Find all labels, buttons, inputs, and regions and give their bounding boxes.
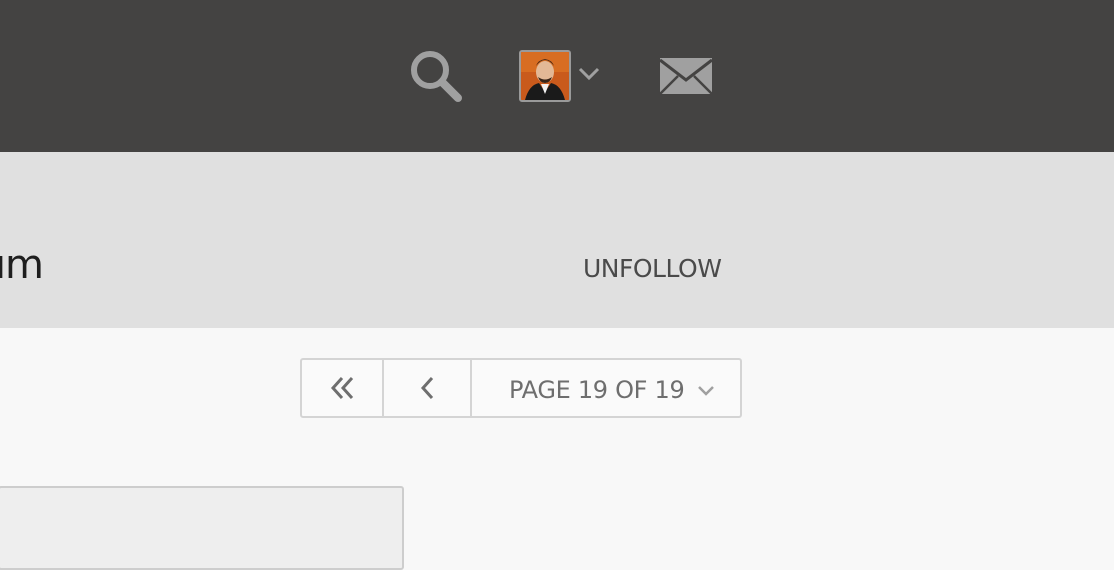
mail-icon [659, 58, 713, 95]
page-select[interactable]: PAGE 19 OF 19 [472, 360, 740, 416]
first-page-button[interactable] [302, 360, 384, 416]
double-chevron-left-icon [330, 376, 354, 400]
search-button[interactable] [404, 46, 466, 104]
chevron-down-icon [578, 67, 600, 81]
search-icon [411, 51, 462, 102]
chevron-left-icon [420, 376, 434, 400]
pagination: PAGE 19 OF 19 [300, 358, 742, 418]
previous-page-button[interactable] [384, 360, 472, 416]
messages-button[interactable] [656, 54, 716, 98]
top-navigation-bar [0, 0, 1114, 152]
forum-header: um UNFOLLOW [0, 152, 1114, 328]
unfollow-button[interactable]: UNFOLLOW [583, 254, 722, 284]
post-container [0, 486, 404, 570]
forum-title: um [0, 242, 44, 288]
page-indicator: PAGE 19 OF 19 [509, 376, 685, 404]
avatar [519, 50, 571, 102]
user-menu-button[interactable] [519, 50, 603, 104]
chevron-down-icon [698, 386, 715, 396]
